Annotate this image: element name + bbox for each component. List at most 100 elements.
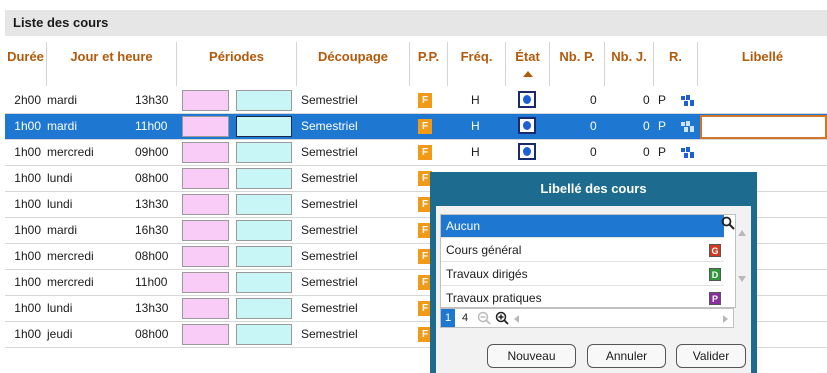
- col-libelle[interactable]: Libellé: [698, 42, 827, 86]
- cell-freq: H: [471, 93, 480, 107]
- period-1-cell[interactable]: [182, 168, 229, 189]
- cell-heure: 13h30: [135, 301, 169, 315]
- cell-jour: mardi: [47, 223, 78, 237]
- col-pp[interactable]: P.P.: [410, 42, 448, 86]
- cell-decoupage: Semestriel: [301, 249, 358, 263]
- period-1-cell[interactable]: [182, 298, 229, 319]
- libelle-color-badge: P: [709, 292, 721, 305]
- period-1-cell[interactable]: [182, 90, 229, 111]
- cell-decoupage: Semestriel: [301, 93, 358, 107]
- cell-jour: mardi: [47, 119, 78, 133]
- period-2-cell[interactable]: [236, 246, 292, 267]
- annuler-button[interactable]: Annuler: [587, 344, 666, 368]
- col-nb-j[interactable]: Nb. J.: [605, 42, 654, 86]
- cell-jour: jeudi: [47, 327, 73, 341]
- cell-jour: mercredi: [47, 249, 94, 263]
- col-duree[interactable]: Durée: [5, 42, 47, 86]
- libelle-option-label: Travaux dirigés: [446, 267, 528, 281]
- period-2-cell[interactable]: [236, 168, 292, 189]
- resources-icon[interactable]: [681, 121, 695, 132]
- libelle-color-badge: G: [709, 244, 721, 257]
- cell-duree: 1h00: [14, 327, 41, 341]
- col-periodes[interactable]: Périodes: [177, 42, 297, 86]
- cell-heure: 08h00: [135, 249, 169, 263]
- cell-r: P: [658, 145, 667, 159]
- cell-nb-j: 0: [643, 119, 650, 133]
- libelle-option[interactable]: Travaux dirigés D: [441, 263, 724, 286]
- cell-duree: 1h00: [14, 275, 41, 289]
- sort-asc-icon: [522, 71, 533, 77]
- col-decoupage[interactable]: Découpage: [297, 42, 410, 86]
- resources-icon[interactable]: [681, 95, 695, 106]
- cell-nb-p: 0: [590, 93, 597, 107]
- valider-button[interactable]: Valider: [676, 344, 746, 368]
- cell-jour: mercredi: [47, 275, 94, 289]
- cell-freq: H: [471, 145, 480, 159]
- col-nb-p[interactable]: Nb. P.: [550, 42, 605, 86]
- period-1-cell[interactable]: [182, 116, 229, 137]
- period-2-cell[interactable]: [236, 220, 292, 241]
- pp-badge: F: [418, 119, 432, 134]
- period-2-cell[interactable]: [236, 116, 292, 137]
- popup-body: Aucun Cours général G Travaux dirigés D Trava…: [436, 206, 751, 373]
- period-1-cell[interactable]: [182, 220, 229, 241]
- libelle-option[interactable]: Cours général G: [441, 239, 724, 262]
- period-1-cell[interactable]: [182, 324, 229, 345]
- scroll-left-icon[interactable]: [513, 313, 521, 327]
- search-icon[interactable]: [721, 216, 735, 230]
- scroll-right-icon[interactable]: [721, 313, 729, 327]
- libelle-list: Aucun Cours général G Travaux dirigés D Trava…: [440, 214, 736, 310]
- page-last[interactable]: 4: [459, 309, 471, 327]
- cell-heure: 08h00: [135, 171, 169, 185]
- cell-duree: 2h00: [14, 93, 41, 107]
- cell-heure: 11h00: [135, 275, 168, 289]
- cell-nb-j: 0: [643, 93, 650, 107]
- period-1-cell[interactable]: [182, 272, 229, 293]
- period-1-cell[interactable]: [182, 246, 229, 267]
- zoom-out-icon[interactable]: [477, 311, 491, 328]
- cell-decoupage: Semestriel: [301, 119, 358, 133]
- period-1-cell[interactable]: [182, 142, 229, 163]
- col-etat[interactable]: État: [506, 42, 550, 86]
- etat-radio-icon[interactable]: [518, 143, 536, 160]
- period-2-cell[interactable]: [236, 194, 292, 215]
- cell-r: P: [658, 93, 667, 107]
- nouveau-button[interactable]: Nouveau: [487, 344, 576, 368]
- libelle-option[interactable]: Aucun: [441, 215, 724, 238]
- col-freq[interactable]: Fréq.: [448, 42, 506, 86]
- libelle-option-label: Cours général: [446, 243, 522, 257]
- etat-radio-icon[interactable]: [518, 91, 536, 108]
- cell-heure: 08h00: [135, 327, 169, 341]
- etat-radio-icon[interactable]: [518, 117, 536, 134]
- cell-decoupage: Semestriel: [301, 327, 358, 341]
- cell-duree: 1h00: [14, 145, 41, 159]
- period-2-cell[interactable]: [236, 272, 292, 293]
- page-first[interactable]: 1: [441, 309, 455, 327]
- zoom-in-icon[interactable]: [495, 311, 509, 328]
- period-2-cell[interactable]: [236, 90, 292, 111]
- period-2-cell[interactable]: [236, 298, 292, 319]
- cell-jour: lundi: [47, 171, 73, 185]
- libelle-option[interactable]: Travaux pratiques P: [441, 287, 724, 310]
- cell-freq: H: [471, 119, 480, 133]
- list-scrollbar[interactable]: [736, 214, 748, 306]
- col-r[interactable]: R.: [654, 42, 698, 86]
- period-2-cell[interactable]: [236, 142, 292, 163]
- col-jour-heure[interactable]: Jour et heure: [47, 42, 177, 86]
- cell-heure: 11h00: [135, 119, 168, 133]
- period-1-cell[interactable]: [182, 194, 229, 215]
- cell-duree: 1h00: [14, 223, 41, 237]
- panel-title: Liste des cours: [5, 10, 827, 36]
- period-2-cell[interactable]: [236, 324, 292, 345]
- resources-icon[interactable]: [681, 147, 695, 158]
- cell-duree: 1h00: [14, 301, 41, 315]
- table-row[interactable]: 2h00 mardi 13h30 Semestriel F H 0 0 P: [5, 88, 827, 114]
- libelle-edit-field[interactable]: [700, 115, 827, 139]
- pp-badge: F: [418, 145, 432, 160]
- libelle-option-label: Aucun: [446, 219, 481, 233]
- table-row[interactable]: 1h00 mardi 11h00 Semestriel F H 0 0 P: [5, 114, 827, 140]
- cell-r: P: [658, 119, 667, 133]
- cell-duree: 1h00: [14, 197, 41, 211]
- cell-decoupage: Semestriel: [301, 145, 358, 159]
- table-row[interactable]: 1h00 mercredi 09h00 Semestriel F H 0 0 P: [5, 140, 827, 166]
